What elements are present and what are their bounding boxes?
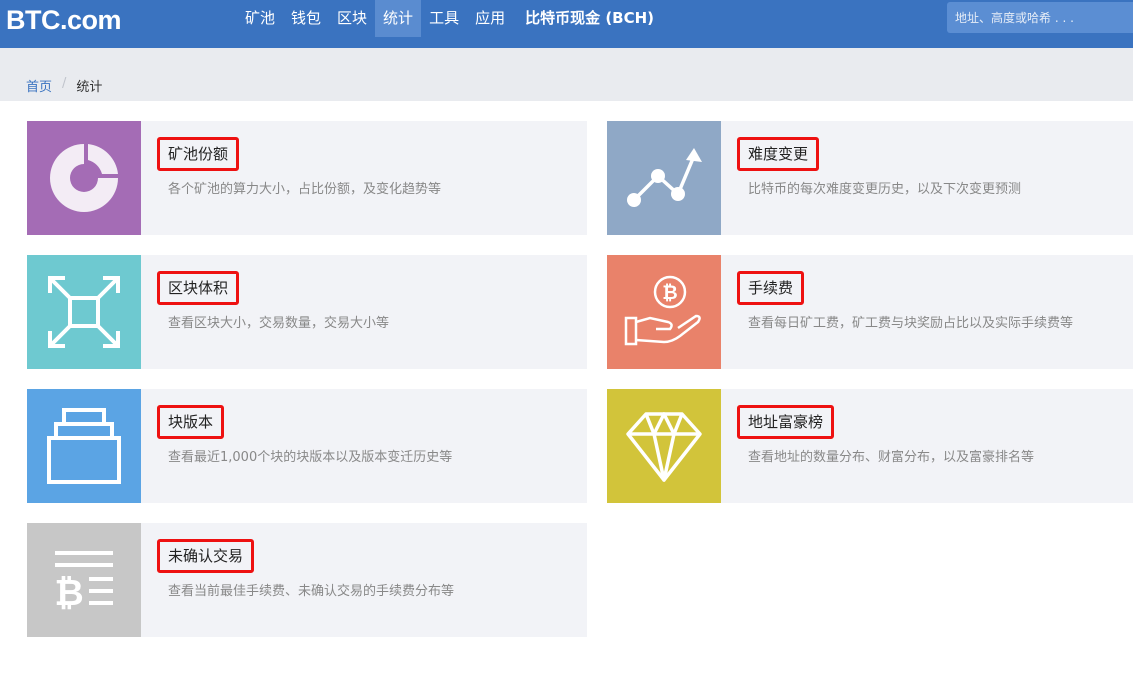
card-block-size-tile: [27, 255, 141, 369]
diamond-icon: [626, 412, 702, 482]
bitcoin-hand-icon: ₿: [624, 275, 701, 346]
svg-text:₿: ₿: [662, 282, 677, 304]
pie-chart-icon: [50, 144, 118, 212]
card-rich-list-tile: [607, 389, 721, 503]
card-description: 查看每日矿工费，矿工费与块奖励占比以及实际手续费等: [748, 316, 1074, 331]
breadcrumb: 首页 / 统计: [26, 76, 102, 95]
card-pool-share[interactable]: 矿池份额 各个矿池的算力大小，占比份额，及变化趋势等: [27, 121, 587, 235]
expand-arrows-icon: [48, 276, 120, 348]
card-description: 各个矿池的算力大小，占比份额，及变化趋势等: [168, 182, 442, 197]
top-navbar: BTC.com 矿池 钱包 区块 统计 工具 应用 比特币现金 (BCH): [0, 0, 1133, 48]
site-logo[interactable]: BTC.com: [6, 5, 122, 36]
card-title: 块版本: [157, 405, 225, 439]
card-pool-share-tile: [27, 121, 141, 235]
card-fees[interactable]: ₿ 手续费 查看每日矿工费，矿工费与块奖励占比以及实际手续费等: [607, 255, 1133, 369]
card-description: 查看区块大小，交易数量，交易大小等: [168, 316, 390, 331]
card-unconfirmed-tx-tile: ₿: [27, 523, 141, 637]
breadcrumb-home-link[interactable]: 首页: [26, 76, 52, 95]
breadcrumb-current: 统计: [76, 80, 103, 95]
card-block-size[interactable]: 区块体积 查看区块大小，交易数量，交易大小等: [27, 255, 587, 369]
nav-item-blocks[interactable]: 区块: [329, 0, 375, 37]
card-fees-tile: ₿: [607, 255, 721, 369]
card-description: 比特币的每次难度变更历史，以及下次变更预测: [748, 182, 1022, 197]
card-rich-list[interactable]: 地址富豪榜 查看地址的数量分布、财富分布，以及富豪排名等: [607, 389, 1133, 503]
nav-item-pool[interactable]: 矿池: [237, 0, 283, 37]
card-title: 未确认交易: [157, 539, 255, 573]
nav-item-wallet[interactable]: 钱包: [283, 0, 329, 37]
card-difficulty[interactable]: 难度变更 比特币的每次难度变更历史，以及下次变更预测: [607, 121, 1133, 235]
card-description: 查看当前最佳手续费、未确认交易的手续费分布等: [168, 584, 455, 599]
card-unconfirmed-tx[interactable]: ₿ 未确认交易 查看当前最佳手续费、未确认交易的手续费分布等: [27, 523, 587, 637]
nav-item-stats[interactable]: 统计: [375, 0, 422, 37]
stacked-blocks-icon: [47, 408, 121, 484]
svg-text:₿: ₿: [54, 573, 83, 613]
nav-item-bch[interactable]: 比特币现金 (BCH): [517, 0, 662, 37]
breadcrumb-separator: /: [62, 76, 67, 91]
card-block-version[interactable]: 块版本 查看最近1,000个块的块版本以及版本变迁历史等: [27, 389, 587, 503]
bitcoin-list-icon: ₿: [54, 551, 113, 613]
nav-item-tools[interactable]: 工具: [421, 0, 467, 37]
stats-card-grid: 矿池份额 各个矿池的算力大小，占比份额，及变化趋势等 难度变更 比特币的每次难度…: [8, 101, 1133, 674]
card-description: 查看最近1,000个块的块版本以及版本变迁历史等: [168, 450, 453, 465]
card-title: 难度变更: [737, 137, 820, 171]
trend-line-icon: [627, 148, 702, 207]
search-input[interactable]: [947, 2, 1133, 33]
breadcrumb-bar: 首页 / 统计: [0, 48, 1133, 101]
card-difficulty-tile: [607, 121, 721, 235]
card-block-version-tile: [27, 389, 141, 503]
card-title: 地址富豪榜: [737, 405, 835, 439]
nav-item-apps[interactable]: 应用: [467, 0, 513, 37]
card-description: 查看地址的数量分布、财富分布，以及富豪排名等: [748, 450, 1035, 465]
main-nav: 矿池 钱包 区块 统计 工具 应用 比特币现金 (BCH): [237, 0, 662, 37]
card-title: 区块体积: [157, 271, 240, 305]
card-title: 手续费: [737, 271, 805, 305]
card-title: 矿池份额: [157, 137, 240, 171]
